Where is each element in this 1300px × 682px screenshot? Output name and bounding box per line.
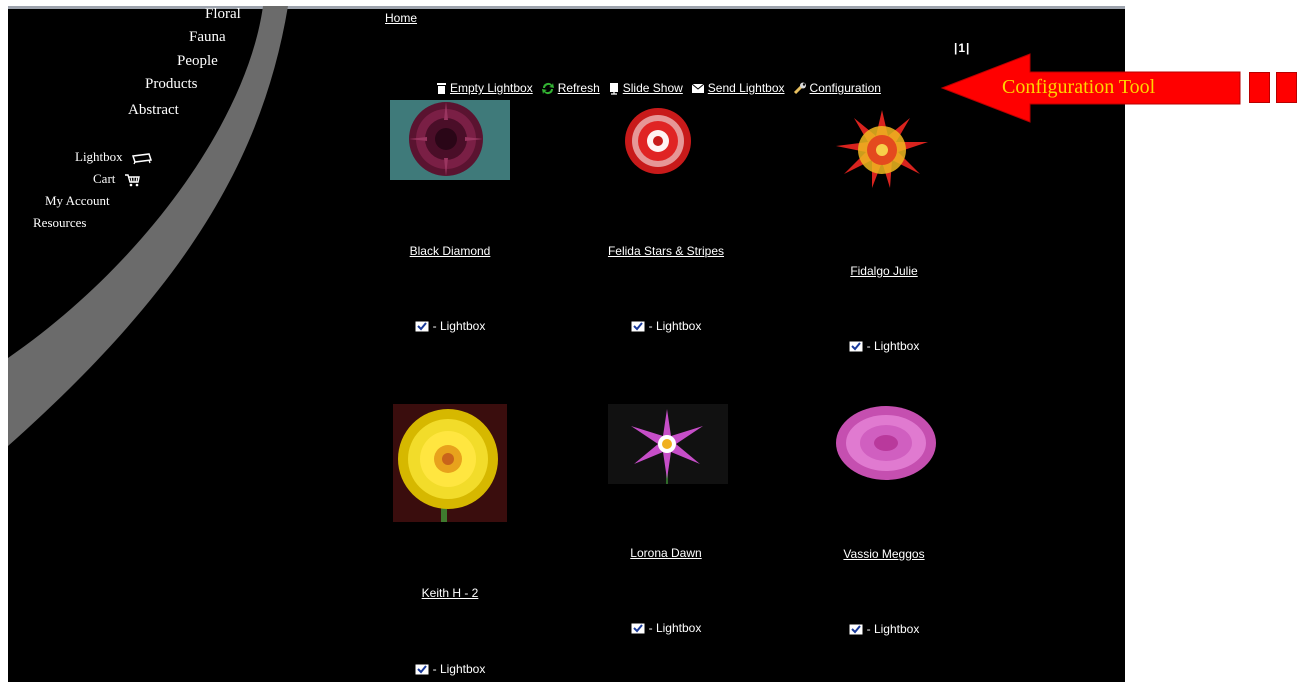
add-to-lightbox-felida-stars-stripes[interactable]: - Lightbox bbox=[566, 319, 766, 333]
add-to-lightbox-black-diamond[interactable]: - Lightbox bbox=[350, 319, 550, 333]
slideshow-icon bbox=[609, 82, 618, 95]
callout-block bbox=[1249, 72, 1270, 103]
nav-products[interactable]: Products bbox=[145, 76, 198, 93]
add-to-lightbox-vassio-meggos[interactable]: - Lightbox bbox=[784, 622, 984, 636]
nav-my-account[interactable]: My Account bbox=[45, 193, 110, 209]
item-title-vassio-meggos[interactable]: Vassio Meggos bbox=[784, 547, 984, 561]
lightbox-icon bbox=[131, 152, 152, 164]
slide-show-button[interactable]: Slide Show bbox=[608, 81, 683, 95]
thumbnail-lorona-dawn[interactable] bbox=[608, 404, 728, 484]
checkbox-lightbox-icon bbox=[415, 321, 429, 331]
add-to-lightbox-fidalgo-julie[interactable]: - Lightbox bbox=[784, 339, 984, 353]
send-lightbox-label: Send Lightbox bbox=[707, 81, 785, 95]
configuration-button[interactable]: Configuration bbox=[793, 81, 881, 95]
nav-resources[interactable]: Resources bbox=[33, 215, 86, 231]
trash-icon bbox=[437, 82, 446, 94]
checkbox-lightbox-icon bbox=[631, 321, 645, 331]
nav-lightbox[interactable]: Lightbox bbox=[75, 149, 153, 165]
send-lightbox-button[interactable]: Send Lightbox bbox=[691, 81, 785, 95]
nav-cart-label: Cart bbox=[93, 171, 116, 186]
refresh-button[interactable]: Refresh bbox=[541, 81, 600, 95]
lightbox-label: - Lightbox bbox=[432, 662, 486, 676]
item-title-felida-stars-stripes[interactable]: Felida Stars & Stripes bbox=[566, 244, 766, 258]
cart-icon bbox=[124, 174, 140, 187]
thumbnail-keith-h-2[interactable] bbox=[393, 404, 507, 522]
thumbnail-vassio-meggos[interactable] bbox=[834, 404, 938, 482]
nav-lightbox-label: Lightbox bbox=[75, 149, 123, 164]
breadcrumb-home-link[interactable]: Home bbox=[385, 11, 417, 25]
thumbnail-felida-stars-stripes[interactable] bbox=[618, 103, 698, 177]
callout-label: Configuration Tool bbox=[1002, 76, 1156, 98]
item-title-lorona-dawn[interactable]: Lorona Dawn bbox=[566, 546, 766, 560]
thumbnail-fidalgo-julie[interactable] bbox=[832, 108, 932, 190]
item-title-keith-h-2[interactable]: Keith H - 2 bbox=[350, 586, 550, 600]
envelope-icon bbox=[691, 83, 705, 93]
lightbox-label: - Lightbox bbox=[866, 339, 920, 353]
callout-block bbox=[1276, 72, 1297, 103]
add-to-lightbox-lorona-dawn[interactable]: - Lightbox bbox=[566, 621, 766, 635]
nav-cart[interactable]: Cart bbox=[93, 171, 141, 187]
nav-floral[interactable]: Floral bbox=[205, 6, 241, 23]
nav-fauna[interactable]: Fauna bbox=[189, 29, 226, 46]
add-to-lightbox-keith-h-2[interactable]: - Lightbox bbox=[350, 662, 550, 676]
lightbox-label: - Lightbox bbox=[648, 319, 702, 333]
lightbox-label: - Lightbox bbox=[432, 319, 486, 333]
item-title-black-diamond[interactable]: Black Diamond bbox=[350, 244, 550, 258]
checkbox-lightbox-icon bbox=[631, 623, 645, 633]
nav-people[interactable]: People bbox=[177, 53, 218, 70]
item-title-fidalgo-julie[interactable]: Fidalgo Julie bbox=[784, 264, 984, 278]
checkbox-lightbox-icon bbox=[849, 624, 863, 634]
checkbox-lightbox-icon bbox=[849, 341, 863, 351]
slide-show-label: Slide Show bbox=[622, 81, 683, 95]
nav-abstract[interactable]: Abstract bbox=[128, 102, 179, 119]
refresh-icon bbox=[541, 82, 554, 94]
refresh-label: Refresh bbox=[557, 81, 600, 95]
empty-lightbox-label: Empty Lightbox bbox=[450, 81, 533, 95]
checkbox-lightbox-icon bbox=[415, 664, 429, 674]
configuration-label: Configuration bbox=[809, 81, 881, 95]
lightbox-label: - Lightbox bbox=[866, 622, 920, 636]
empty-lightbox-button[interactable]: Empty Lightbox bbox=[436, 81, 533, 95]
wrench-icon bbox=[793, 82, 806, 94]
lightbox-label: - Lightbox bbox=[648, 621, 702, 635]
thumbnail-black-diamond[interactable] bbox=[390, 100, 510, 180]
lightbox-toolbar: Empty Lightbox Refresh Slide Show Send L… bbox=[436, 80, 889, 96]
